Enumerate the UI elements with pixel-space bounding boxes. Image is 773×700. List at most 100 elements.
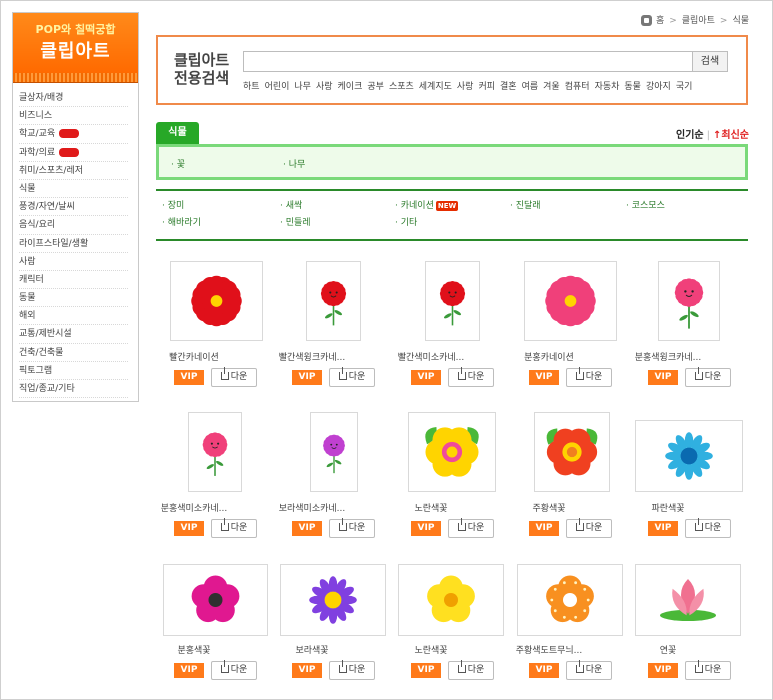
- search-keyword-link[interactable]: 세계지도: [419, 82, 452, 92]
- download-button[interactable]: 다운: [448, 660, 494, 680]
- search-keyword-link[interactable]: 동물: [624, 82, 641, 92]
- vip-badge[interactable]: VIP: [411, 370, 441, 385]
- search-keyword-link[interactable]: 여름: [522, 82, 539, 92]
- flower-kind-link[interactable]: · 해바라기: [162, 215, 201, 228]
- sidebar-item[interactable]: 음식/요리: [19, 216, 128, 235]
- sidebar-item[interactable]: 취미/스포츠/레저: [19, 162, 128, 180]
- search-keyword-link[interactable]: 자동차: [595, 82, 620, 92]
- clipart-thumbnail[interactable]: [310, 412, 358, 492]
- vip-badge[interactable]: VIP: [648, 521, 678, 536]
- sort-popular[interactable]: 인기순: [676, 130, 704, 141]
- breadcrumb-home[interactable]: 홈: [656, 16, 664, 26]
- clipart-name[interactable]: 연꽃: [608, 643, 728, 656]
- flower-kind-link[interactable]: · 코스모스: [626, 198, 665, 211]
- vip-badge[interactable]: VIP: [174, 521, 204, 536]
- sidebar-item[interactable]: 학교/교육: [19, 125, 128, 144]
- breadcrumb-clipart[interactable]: 클립아트: [682, 16, 715, 26]
- clipart-logo[interactable]: POP와 칠떡궁합 클립아트: [13, 13, 138, 73]
- sidebar-item[interactable]: 교통/제반시설: [19, 325, 128, 344]
- download-button[interactable]: 다운: [211, 518, 257, 538]
- clipart-name[interactable]: 파란색꽃: [608, 501, 728, 514]
- clipart-thumbnail[interactable]: [658, 261, 720, 341]
- sidebar-item[interactable]: 픽토그램: [19, 362, 128, 380]
- clipart-name[interactable]: 분홍카네이션: [489, 350, 609, 363]
- sidebar-item[interactable]: 건축/건축물: [19, 344, 128, 362]
- subcategory-tree[interactable]: · 나무: [283, 157, 305, 170]
- search-input[interactable]: [243, 51, 693, 72]
- download-button[interactable]: 다운: [329, 367, 375, 387]
- sidebar-item[interactable]: 동물: [19, 289, 128, 308]
- search-keyword-link[interactable]: 커피: [478, 82, 495, 92]
- vip-badge[interactable]: VIP: [529, 370, 559, 385]
- search-keyword-link[interactable]: 컴퓨터: [565, 82, 590, 92]
- vip-badge[interactable]: VIP: [529, 521, 559, 536]
- clipart-name[interactable]: 노란색꽃: [371, 643, 491, 656]
- clipart-thumbnail[interactable]: [170, 261, 263, 341]
- download-button[interactable]: 다운: [566, 660, 612, 680]
- sidebar-item[interactable]: 식물: [19, 180, 128, 199]
- flower-kind-link[interactable]: · 장미: [162, 198, 184, 211]
- flower-kind-link[interactable]: · 기타: [395, 215, 417, 228]
- sidebar-item[interactable]: 직업/종교/기타: [19, 380, 128, 399]
- clipart-name[interactable]: 빨간색윙크카네...: [252, 350, 372, 363]
- vip-badge[interactable]: VIP: [174, 663, 204, 678]
- download-button[interactable]: 다운: [566, 367, 612, 387]
- search-keyword-link[interactable]: 사랑: [316, 82, 333, 92]
- sidebar-item[interactable]: 라이프스타일/생활: [19, 235, 128, 253]
- search-keyword-link[interactable]: 사랑: [457, 82, 474, 92]
- clipart-name[interactable]: 주황색도트무늬...: [489, 643, 609, 656]
- search-keyword-link[interactable]: 나무: [294, 82, 311, 92]
- flower-kind-link[interactable]: · 카네이션 NEW: [395, 198, 459, 211]
- sidebar-item[interactable]: 캐릭터: [19, 271, 128, 290]
- flower-kind-link[interactable]: · 새싹: [280, 198, 302, 211]
- search-keyword-link[interactable]: 국기: [676, 82, 693, 92]
- clipart-name[interactable]: 보라색꽃: [252, 643, 372, 656]
- clipart-name[interactable]: 분홍색꽃: [134, 643, 254, 656]
- clipart-thumbnail[interactable]: [408, 412, 496, 492]
- clipart-thumbnail[interactable]: [635, 564, 741, 636]
- download-button[interactable]: 다운: [329, 518, 375, 538]
- search-keyword-link[interactable]: 하트: [243, 82, 260, 92]
- download-button[interactable]: 다운: [685, 518, 731, 538]
- clipart-name[interactable]: 분홍색윙크카네...: [608, 350, 728, 363]
- download-button[interactable]: 다운: [448, 518, 494, 538]
- vip-badge[interactable]: VIP: [411, 663, 441, 678]
- search-keyword-link[interactable]: 겨울: [543, 82, 560, 92]
- clipart-thumbnail[interactable]: [524, 261, 617, 341]
- home-icon[interactable]: [640, 15, 652, 26]
- clipart-thumbnail[interactable]: [425, 261, 480, 341]
- download-button[interactable]: 다운: [685, 660, 731, 680]
- clipart-thumbnail[interactable]: [534, 412, 610, 492]
- download-button[interactable]: 다운: [448, 367, 494, 387]
- clipart-name[interactable]: 빨간색미소카네...: [371, 350, 491, 363]
- clipart-thumbnail[interactable]: [280, 564, 386, 636]
- download-button[interactable]: 다운: [329, 660, 375, 680]
- vip-badge[interactable]: VIP: [529, 663, 559, 678]
- vip-badge[interactable]: VIP: [292, 370, 322, 385]
- sidebar-item[interactable]: 과학/의료: [19, 144, 128, 162]
- clipart-thumbnail[interactable]: [398, 564, 504, 636]
- clipart-name[interactable]: 주황색꽃: [489, 501, 609, 514]
- tab-plant[interactable]: 식물: [156, 122, 199, 144]
- search-keyword-link[interactable]: 결혼: [500, 82, 517, 92]
- subcategory-flower[interactable]: · 꽃: [171, 157, 185, 170]
- vip-badge[interactable]: VIP: [648, 663, 678, 678]
- download-button[interactable]: 다운: [566, 518, 612, 538]
- sidebar-item[interactable]: 해외: [19, 307, 128, 326]
- sidebar-item[interactable]: 비즈니스: [19, 107, 128, 126]
- search-keyword-link[interactable]: 스포츠: [389, 82, 414, 92]
- clipart-thumbnail[interactable]: [188, 412, 242, 492]
- search-keyword-link[interactable]: 공부: [367, 82, 384, 92]
- vip-badge[interactable]: VIP: [174, 370, 204, 385]
- search-keyword-link[interactable]: 어린이: [265, 82, 290, 92]
- clipart-name[interactable]: 빨간카네이션: [134, 350, 254, 363]
- vip-badge[interactable]: VIP: [292, 521, 322, 536]
- clipart-name[interactable]: 분홍색미소카네...: [134, 501, 254, 514]
- clipart-thumbnail[interactable]: [163, 564, 268, 636]
- sidebar-item[interactable]: 사람: [19, 253, 128, 271]
- flower-kind-link[interactable]: · 진달래: [510, 198, 541, 211]
- download-button[interactable]: 다운: [685, 367, 731, 387]
- clipart-name[interactable]: 보라색미소카네...: [252, 501, 372, 514]
- clipart-name[interactable]: 노란색꽃: [371, 501, 491, 514]
- breadcrumb-plant[interactable]: 식물: [732, 16, 749, 26]
